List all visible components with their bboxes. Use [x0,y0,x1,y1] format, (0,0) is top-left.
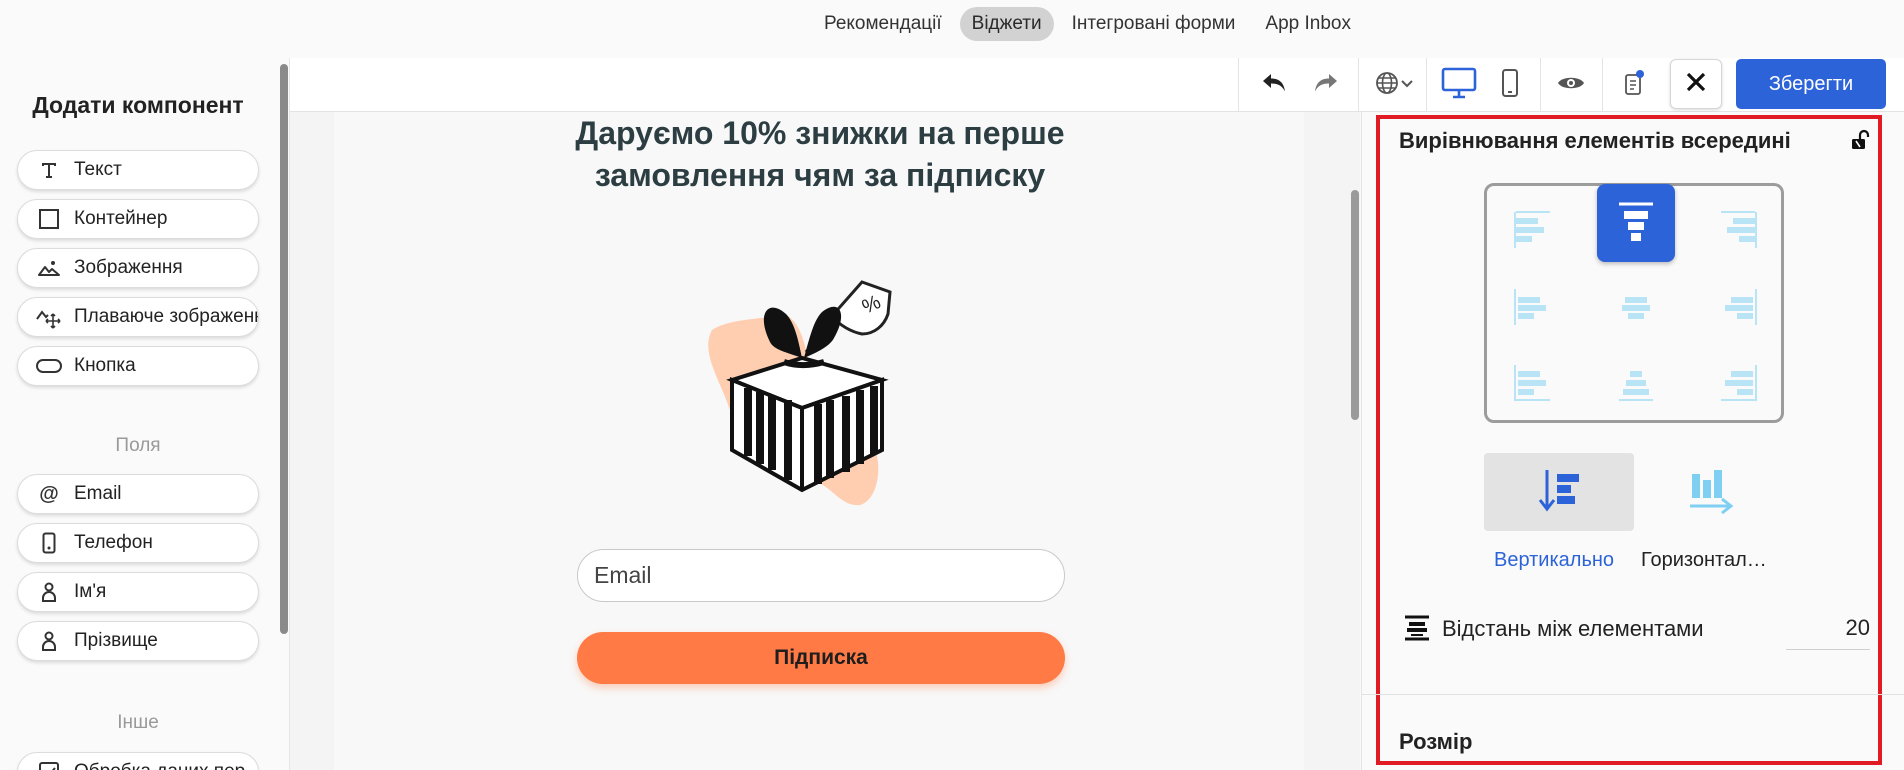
align-bottom-right[interactable] [1699,344,1777,422]
component-label: Кнопка [74,355,136,376]
component-button[interactable]: Кнопка [17,346,259,386]
component-label: Плаваюче зображення [74,306,259,327]
at-icon: @ [39,482,59,505]
save-button[interactable]: Зберегти [1736,59,1886,109]
align-bottom-left[interactable] [1494,344,1572,422]
align-middle-right[interactable] [1699,268,1777,346]
component-image[interactable]: Зображення [17,248,259,288]
alignment-section-title: Вирівнювання елементів всередині [1399,128,1791,153]
component-label: Обробка даних пер… [74,761,258,770]
desktop-view-button[interactable] [1434,58,1484,112]
field-first-name[interactable]: Ім'я [17,572,259,612]
top-tabs: Рекомендації Віджети Інтегровані форми A… [812,7,1363,41]
component-floating-image[interactable]: Плаваюче зображення [17,297,259,337]
language-dropdown[interactable] [1368,58,1420,112]
eye-icon [1557,74,1585,97]
align-top-left[interactable] [1494,191,1572,269]
unlock-icon[interactable] [1848,129,1870,151]
size-section-title: Розмір [1399,729,1473,754]
mobile-view-button[interactable] [1488,58,1532,112]
field-phone[interactable]: Телефон [17,523,259,563]
field-last-name[interactable]: Прізвище [17,621,259,661]
spacing-icon [1403,614,1431,642]
canvas-scrollbar[interactable] [1351,190,1359,420]
alignment-grid [1484,183,1784,423]
tab-integrated-forms[interactable]: Інтегровані форми [1060,7,1248,41]
align-top-center[interactable] [1597,184,1675,262]
image-icon [36,255,62,281]
text-icon [36,157,62,183]
top-navigation: Рекомендації Віджети Інтегровані форми A… [0,0,1904,58]
widget-headline[interactable]: Даруємо 10% знижки на перше замовлення ч… [560,112,1080,196]
undo-icon [1261,72,1289,99]
tab-recommendations[interactable]: Рекомендації [812,7,954,41]
person-icon [36,628,62,654]
toolbar-divider [1358,58,1359,112]
fields-section-label: Поля [115,435,161,456]
toolbar-divider [1426,58,1427,112]
checkbox-icon [36,759,62,770]
toolbar-divider [1238,58,1239,112]
undo-button[interactable] [1252,58,1298,112]
clipboard-icon [1623,69,1645,102]
align-top-right[interactable] [1699,191,1777,269]
sidebar-title: Додати компонент [32,92,244,118]
field-label: Телефон [74,532,153,553]
field-email[interactable]: @ Email [17,474,259,514]
component-container[interactable]: Контейнер [17,199,259,239]
field-label: Ім'я [74,581,107,602]
align-middle-left[interactable] [1494,268,1572,346]
field-label: Email [74,483,122,504]
component-data-processing[interactable]: Обробка даних пер… [17,752,259,770]
sidebar-scrollbar[interactable] [280,64,288,634]
spacing-label: Відстань між елементами [1442,616,1704,641]
chevron-down-icon [1401,76,1413,94]
other-section-label: Інше [117,712,159,733]
email-input[interactable]: Email [577,549,1065,602]
globe-icon [1375,71,1401,100]
editor-toolbar [290,58,1904,112]
component-sidebar: Додати компонент Текст Контейнер Зображе… [0,58,290,770]
button-icon [36,353,62,379]
close-icon [1685,71,1707,98]
direction-horizontal-button[interactable] [1636,453,1786,531]
direction-vertical-button[interactable] [1484,453,1634,531]
component-text[interactable]: Текст [17,150,259,190]
spacing-input[interactable]: 20 [1786,604,1870,650]
redo-icon [1311,72,1339,99]
phone-icon [36,530,62,556]
floating-image-icon [36,304,62,330]
gift-image[interactable]: % [700,270,940,520]
tab-widgets[interactable]: Віджети [959,7,1054,41]
panel-divider [1362,694,1904,695]
component-label: Контейнер [74,208,168,229]
toolbar-divider [1602,58,1603,112]
field-label: Прізвище [74,630,158,651]
mobile-icon [1501,68,1519,103]
toolbar-divider [1540,58,1541,112]
notes-button[interactable] [1612,58,1656,112]
horizontal-direction-icon [1686,466,1736,519]
direction-vertical-label[interactable]: Вертикально [1494,549,1614,572]
align-middle-center[interactable] [1597,268,1675,346]
close-button[interactable] [1670,59,1722,109]
redo-button[interactable] [1302,58,1348,112]
component-label: Текст [74,159,122,180]
vertical-direction-icon [1535,466,1583,519]
align-bottom-center[interactable] [1597,344,1675,422]
component-label: Зображення [74,257,183,278]
preview-button[interactable] [1548,58,1594,112]
person-icon [36,579,62,605]
direction-horizontal-label[interactable]: Горизонтал… [1641,549,1767,572]
container-icon [36,206,62,232]
subscribe-button[interactable]: Підписка [577,632,1065,684]
desktop-icon [1441,67,1477,104]
tab-app-inbox[interactable]: App Inbox [1253,7,1363,41]
